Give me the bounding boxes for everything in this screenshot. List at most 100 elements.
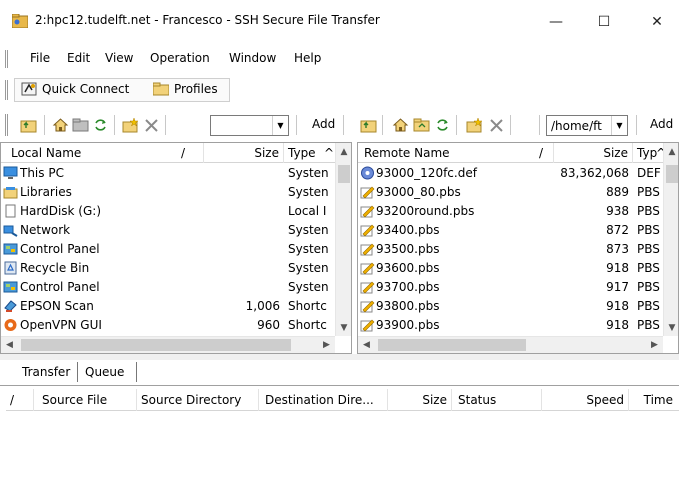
source-directory-column[interactable]: Source Directory [137,389,259,411]
pane-splitter[interactable] [0,354,679,360]
menu-help[interactable]: Help [294,51,321,65]
source-file-column[interactable]: Source File [34,389,137,411]
remote-file-type: PBS [637,185,660,199]
close-button[interactable]: ✕ [637,8,677,36]
toolbar-separator [114,115,115,135]
local-hscroll-thumb[interactable] [21,339,291,351]
menu-file[interactable]: File [30,51,50,65]
local-horizontal-scrollbar[interactable]: ◀ ▶ [1,336,335,353]
remote-name-column[interactable]: Remote Name / [358,143,554,163]
menu-operation[interactable]: Operation [150,51,210,65]
pbs-file-icon [360,242,375,256]
table-row[interactable]: 93400.pbs 872 PBS [358,221,663,240]
recycle-bin-icon [3,261,18,275]
minimize-button[interactable]: — [536,8,576,36]
local-vscroll-thumb[interactable] [338,165,350,183]
remote-file-pane[interactable]: Remote Name / Size Typ ^ 93000_120fc.def… [357,142,679,354]
remote-file-type: PBS [637,204,660,218]
table-row[interactable]: 93200round.pbs 938 PBS [358,202,663,221]
tab-transfer[interactable]: Transfer [22,362,78,382]
local-type-column[interactable]: Type ^ [284,143,335,163]
local-size-column[interactable]: Size [204,143,284,163]
scroll-right-icon[interactable]: ▶ [646,337,663,353]
table-row[interactable]: This PC Systen [1,164,335,183]
scroll-left-icon[interactable]: ◀ [1,337,18,353]
up-folder-icon[interactable] [20,117,37,133]
scroll-down-icon[interactable]: ▼ [336,319,351,336]
remote-new-folder-icon[interactable] [466,117,483,133]
toolbar-separator [343,115,344,135]
local-file-type: Systen [288,185,329,199]
table-row[interactable]: 93800.pbs 918 PBS [358,297,663,316]
time-column[interactable]: Time [629,389,679,411]
control-panel-icon [3,242,18,256]
table-row[interactable]: Libraries Systen [1,183,335,202]
table-row[interactable]: 93600.pbs 918 PBS [358,259,663,278]
table-row[interactable]: Recycle Bin Systen [1,259,335,278]
table-row[interactable]: EPSON Scan 1,006 Shortc [1,297,335,316]
quick-connect-button[interactable]: Quick Connect [21,82,129,96]
menu-grip[interactable] [5,50,8,68]
destination-directory-column[interactable]: Destination Dire... [259,389,388,411]
pbs-file-icon [360,261,375,275]
scroll-left-icon[interactable]: ◀ [358,337,375,353]
table-row[interactable]: 93000_120fc.def 83,362,068 DEF [358,164,663,183]
table-row[interactable]: 93900.pbs 918 PBS [358,316,663,335]
local-name-column[interactable]: Local Name / [1,143,204,163]
chevron-down-icon[interactable]: ▼ [611,116,627,135]
speed-column[interactable]: Speed [542,389,629,411]
remote-hscroll-thumb[interactable] [378,339,526,351]
remote-refresh-icon[interactable] [434,117,451,133]
table-row[interactable]: Control Panel Systen [1,240,335,259]
remote-file-name: 93800.pbs [376,299,440,313]
scroll-right-icon[interactable]: ▶ [318,337,335,353]
local-file-pane[interactable]: Local Name / Size Type ^ This PC Systen … [0,142,352,354]
status-column[interactable]: Status [452,389,542,411]
new-folder-icon[interactable] [122,117,139,133]
tab-queue[interactable]: Queue [85,362,137,382]
toolbar-grip[interactable] [5,114,8,136]
table-row[interactable]: HardDisk (G:) Local I [1,202,335,221]
profiles-button[interactable]: Profiles [152,82,218,96]
home-icon[interactable] [52,117,69,133]
table-row[interactable]: Control Panel Systen [1,278,335,297]
size-column[interactable]: Size [388,389,452,411]
remote-horizontal-scrollbar[interactable]: ◀ ▶ [358,336,663,353]
menu-view[interactable]: View [105,51,133,65]
folder-nav-icon[interactable] [72,117,89,133]
remote-vertical-scrollbar[interactable]: ▲ ▼ [663,143,678,336]
menu-edit[interactable]: Edit [67,51,90,65]
local-add-button[interactable]: Add [312,117,335,131]
transfer-sort-column[interactable]: / [6,389,34,411]
table-row[interactable]: 93000_80.pbs 889 PBS [358,183,663,202]
remote-size-column[interactable]: Size [554,143,633,163]
local-vertical-scrollbar[interactable]: ▲ ▼ [335,143,351,336]
remote-header: Remote Name / Size Typ ^ [358,143,666,163]
remote-home-icon[interactable] [392,117,409,133]
scroll-up-icon[interactable]: ▲ [664,143,678,160]
remote-folder-nav-icon[interactable] [413,117,430,133]
quickbar-grip[interactable] [5,80,8,100]
menu-window[interactable]: Window [229,51,276,65]
remote-type-column[interactable]: Typ ^ [633,143,666,163]
delete-icon[interactable] [143,117,160,133]
chevron-down-icon[interactable]: ▼ [272,116,288,135]
local-file-name: Libraries [20,185,72,199]
transfer-list[interactable]: / Source File Source Directory Destinati… [0,385,679,490]
remote-up-folder-icon[interactable] [360,117,377,133]
remote-add-button[interactable]: Add [650,117,673,131]
scroll-up-icon[interactable]: ▲ [336,143,351,160]
local-name-label: Local Name [11,146,82,160]
table-row[interactable]: Network Systen [1,221,335,240]
remote-path-combo[interactable]: /home/ft ▼ [546,115,628,136]
maximize-button[interactable]: ☐ [584,8,624,36]
local-path-combo[interactable]: ▼ [210,115,289,136]
remote-delete-icon[interactable] [488,117,505,133]
remote-vscroll-thumb[interactable] [666,165,678,183]
scroll-down-icon[interactable]: ▼ [664,319,678,336]
table-row[interactable]: 93700.pbs 917 PBS [358,278,663,297]
table-row[interactable]: 93500.pbs 873 PBS [358,240,663,259]
remote-file-type: PBS [637,280,660,294]
table-row[interactable]: OpenVPN GUI 960 Shortc [1,316,335,335]
refresh-icon[interactable] [92,117,109,133]
